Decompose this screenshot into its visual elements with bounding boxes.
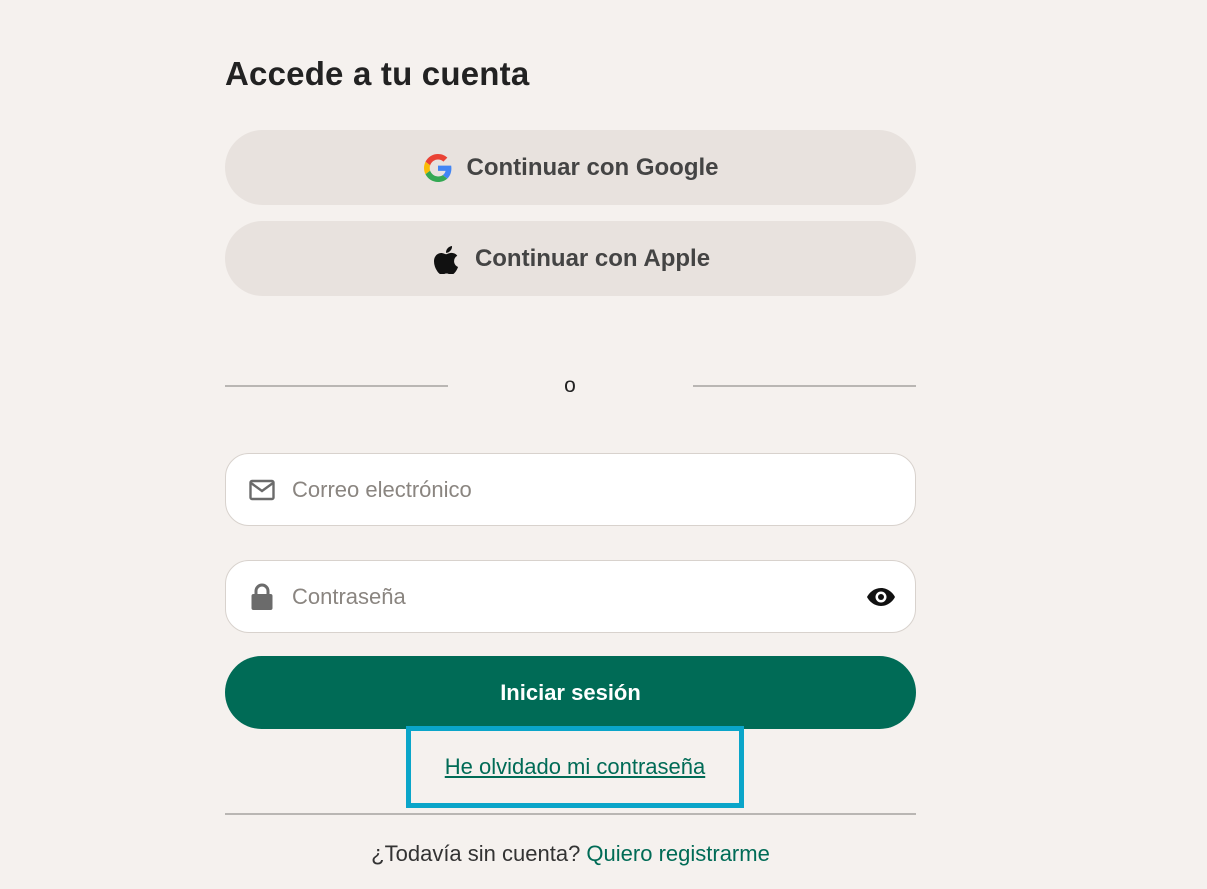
divider-line-left [225,385,448,387]
password-field [225,560,916,633]
page-title: Accede a tu cuenta [225,55,530,92]
google-login-label: Continuar con Google [466,153,719,181]
google-logo-icon [423,153,453,183]
forgot-password-highlight: He olvidado mi contraseña [406,726,744,808]
password-input[interactable] [292,561,852,632]
lock-icon [248,583,276,611]
login-page: Accede a tu cuenta Continuar con Google … [0,0,1207,889]
google-login-button[interactable]: Continuar con Google [225,130,916,205]
signup-link[interactable]: Quiero registrarme [586,841,769,866]
signup-prompt: ¿Todavía sin cuenta? [371,841,587,866]
bottom-divider [225,813,916,815]
apple-login-button[interactable]: Continuar con Apple [225,221,916,296]
eye-icon[interactable] [865,583,897,611]
divider-line-right [693,385,916,387]
login-submit-button[interactable]: Iniciar sesión [225,656,916,729]
email-field [225,453,916,526]
apple-login-label: Continuar con Apple [474,244,711,272]
forgot-password-link[interactable]: He olvidado mi contraseña [445,754,705,780]
email-input[interactable] [292,454,852,525]
signup-row: ¿Todavía sin cuenta? Quiero registrarme [225,841,916,867]
apple-logo-icon [431,244,461,274]
divider-text: o [564,374,576,397]
mail-icon [248,476,276,504]
